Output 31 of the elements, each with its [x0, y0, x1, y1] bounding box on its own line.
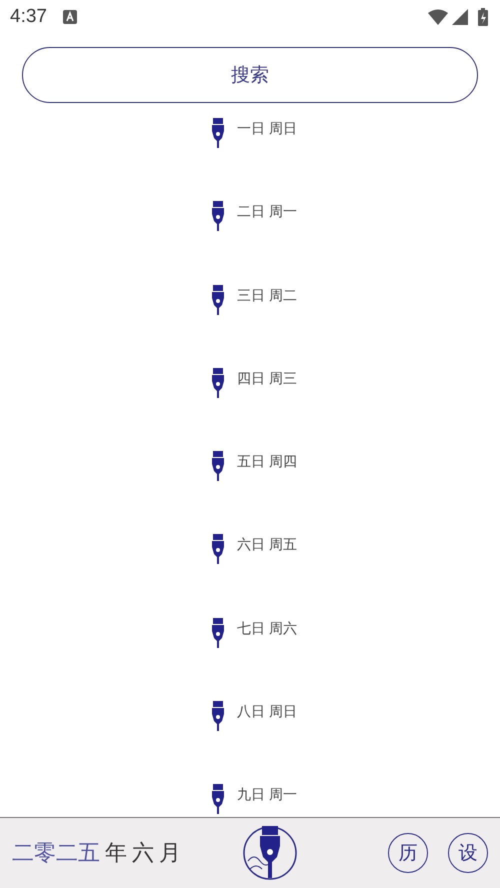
search-button[interactable]: 搜索	[22, 47, 478, 103]
pen-nib-icon	[210, 784, 225, 814]
pen-nib-icon	[210, 368, 225, 398]
day-entry[interactable]: 六日 周五	[236, 534, 298, 556]
date-text: 月	[159, 840, 181, 868]
pen-logo-icon[interactable]	[242, 825, 298, 881]
pen-nib-icon	[210, 534, 225, 564]
day-entry[interactable]: 八日 周日	[236, 701, 298, 724]
day-entry[interactable]: 一日 周日	[236, 118, 298, 140]
date-text: 二零二五	[12, 840, 100, 868]
day-entry[interactable]: 四日 周三	[236, 368, 298, 390]
pen-nib-icon	[210, 451, 225, 482]
day-entry[interactable]: 七日 周六	[236, 618, 298, 640]
round-button[interactable]: 设	[448, 833, 488, 873]
status-time: 4:37	[10, 6, 47, 28]
battery-icon	[478, 8, 488, 26]
day-entry[interactable]: 二日 周一	[236, 201, 298, 224]
day-entry[interactable]: 五日 周四	[236, 451, 298, 474]
wifi-icon	[428, 9, 448, 25]
round-button[interactable]: 历	[388, 833, 428, 873]
pen-nib-icon	[210, 118, 225, 148]
pen-nib-icon	[210, 701, 225, 732]
day-entry[interactable]: 九日 周一	[236, 784, 298, 806]
notification-icon	[62, 10, 77, 24]
day-entry[interactable]: 三日 周二	[236, 284, 298, 307]
pen-nib-icon	[210, 284, 225, 315]
signal-icon	[452, 9, 468, 25]
pen-nib-icon	[210, 201, 225, 232]
date-text: 年	[105, 840, 127, 868]
date-text: 六	[132, 840, 154, 868]
pen-nib-icon	[210, 618, 225, 648]
